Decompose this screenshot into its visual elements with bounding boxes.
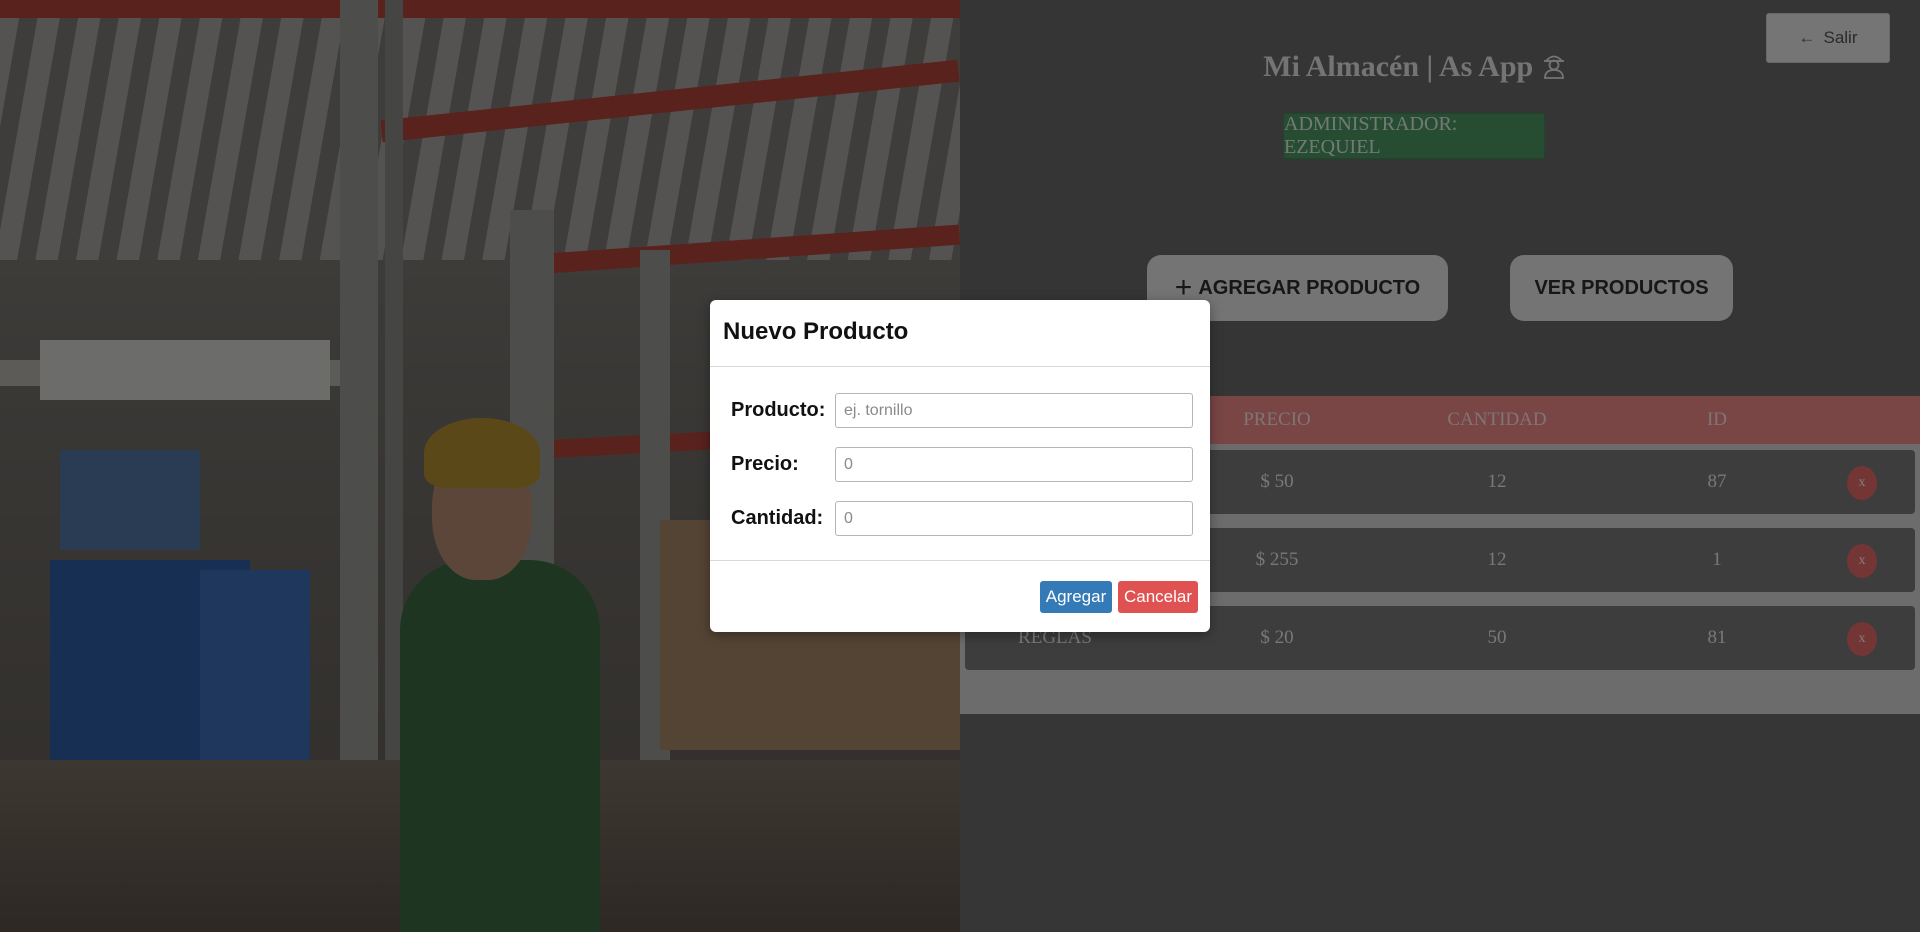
price-label: Precio: [731, 453, 799, 475]
modal-header: Nuevo Producto [710, 300, 1210, 367]
product-input[interactable] [835, 393, 1193, 428]
quantity-input[interactable] [835, 501, 1193, 536]
modal-footer: Agregar Cancelar [710, 560, 1210, 632]
product-label: Producto: [731, 399, 826, 421]
quantity-field-row: Cantidad: [710, 499, 1210, 539]
price-field-row: Precio: [710, 445, 1210, 485]
new-product-modal: Nuevo Producto Producto: Precio: Cantida… [710, 300, 1210, 632]
modal-title: Nuevo Producto [723, 318, 909, 345]
product-field-row: Producto: [710, 391, 1210, 431]
quantity-label: Cantidad: [731, 507, 824, 529]
cancel-button[interactable]: Cancelar [1118, 581, 1198, 613]
add-button[interactable]: Agregar [1040, 581, 1112, 613]
price-input[interactable] [835, 447, 1193, 482]
